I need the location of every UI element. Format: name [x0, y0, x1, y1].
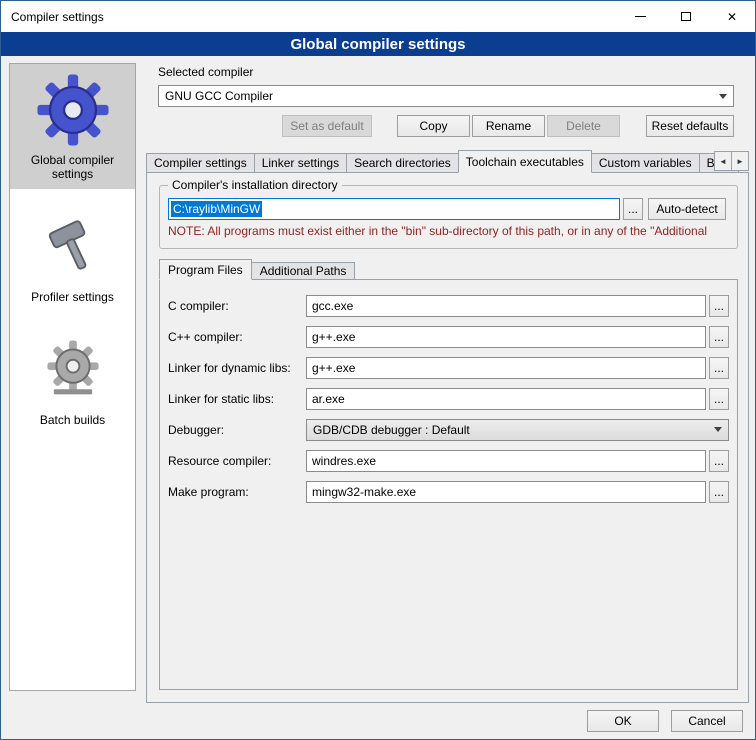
minimize-button[interactable] [617, 1, 663, 32]
debugger-combobox[interactable]: GDB/CDB debugger : Default [306, 419, 729, 441]
resource-compiler-browse-button[interactable]: ... [709, 450, 729, 472]
rename-button[interactable]: Rename [472, 115, 545, 137]
maximize-icon [681, 12, 691, 21]
delete-button[interactable]: Delete [547, 115, 620, 137]
selected-compiler-label: Selected compiler [158, 65, 253, 79]
linker-static-browse-button[interactable]: ... [709, 388, 729, 410]
tab-scroll-right-button[interactable]: ► [731, 151, 749, 171]
reset-defaults-button[interactable]: Reset defaults [646, 115, 734, 137]
titlebar: Compiler settings ✕ [1, 1, 755, 32]
ok-button[interactable]: OK [587, 710, 659, 732]
row-c-compiler: C compiler: ... [168, 290, 729, 321]
toolchain-executables-panel: Compiler's installation directory C:\ray… [146, 172, 749, 703]
compiler-settings-dialog: Compiler settings ✕ Global compiler sett… [0, 0, 756, 740]
auto-detect-button[interactable]: Auto-detect [648, 198, 726, 220]
c-compiler-browse-button[interactable]: ... [709, 295, 729, 317]
subtab-additional-paths[interactable]: Additional Paths [251, 262, 356, 280]
copy-button[interactable]: Copy [397, 115, 470, 137]
sidebar-item-batch-builds[interactable]: Batch builds [10, 324, 135, 435]
row-debugger: Debugger: GDB/CDB debugger : Default [168, 414, 729, 445]
tab-linker-settings[interactable]: Linker settings [254, 153, 347, 173]
field-label: Linker for dynamic libs: [168, 361, 306, 375]
row-linker-static: Linker for static libs: ... [168, 383, 729, 414]
installation-dir-value: C:\raylib\MinGW [171, 201, 262, 217]
tab-search-directories[interactable]: Search directories [346, 153, 459, 173]
tab-scroll-left-button[interactable]: ◄ [714, 151, 732, 171]
minimize-icon [635, 16, 646, 17]
set-as-default-button[interactable]: Set as default [282, 115, 372, 137]
field-label: C compiler: [168, 299, 306, 313]
row-linker-dynamic: Linker for dynamic libs: ... [168, 352, 729, 383]
installation-dir-browse-button[interactable]: ... [623, 198, 643, 220]
note-text: NOTE: All programs must exist either in … [168, 224, 737, 238]
maximize-button[interactable] [663, 1, 709, 32]
row-cpp-compiler: C++ compiler: ... [168, 321, 729, 352]
tab-strip: Compiler settings Linker settings Search… [146, 150, 749, 173]
batch-builds-icon [41, 338, 105, 402]
field-label: Resource compiler: [168, 454, 306, 468]
linker-static-input[interactable] [306, 388, 706, 410]
field-label: C++ compiler: [168, 330, 306, 344]
sidebar-item-global-compiler-settings[interactable]: Global compiler settings [10, 64, 135, 189]
cpp-compiler-input[interactable] [306, 326, 706, 348]
chevron-down-icon [719, 94, 727, 99]
page-title: Global compiler settings [1, 32, 755, 56]
compiler-combobox[interactable]: GNU GCC Compiler [158, 85, 734, 107]
make-program-input[interactable] [306, 481, 706, 503]
subtab-strip: Program Files Additional Paths [159, 259, 738, 280]
tab-toolchain-executables[interactable]: Toolchain executables [458, 150, 592, 173]
close-button[interactable]: ✕ [709, 1, 755, 32]
close-icon: ✕ [727, 10, 737, 24]
linker-dynamic-browse-button[interactable]: ... [709, 357, 729, 379]
window-title: Compiler settings [1, 10, 104, 24]
sidebar-item-profiler-settings[interactable]: Profiler settings [10, 201, 135, 312]
field-label: Make program: [168, 485, 306, 499]
compiler-combobox-value: GNU GCC Compiler [165, 89, 713, 103]
sidebar: Global compiler settings Profiler settin… [9, 63, 136, 691]
c-compiler-input[interactable] [306, 295, 706, 317]
resource-compiler-input[interactable] [306, 450, 706, 472]
tab-scroll-buttons: ◄ ► [715, 151, 749, 171]
program-files-panel: C compiler: ... C++ compiler: ... Linker… [159, 279, 738, 690]
sidebar-item-label: Batch builds [40, 413, 105, 427]
field-label: Debugger: [168, 423, 306, 437]
row-make-program: Make program: ... [168, 476, 729, 507]
tab-compiler-settings[interactable]: Compiler settings [146, 153, 255, 173]
make-program-browse-button[interactable]: ... [709, 481, 729, 503]
sidebar-item-label: Global compiler settings [13, 153, 132, 181]
gear-icon [36, 73, 110, 147]
sidebar-item-label: Profiler settings [31, 290, 114, 304]
tab-custom-variables[interactable]: Custom variables [591, 153, 700, 173]
installation-directory-group: Compiler's installation directory C:\ray… [159, 185, 738, 249]
row-resource-compiler: Resource compiler: ... [168, 445, 729, 476]
chevron-down-icon [714, 427, 722, 432]
linker-dynamic-input[interactable] [306, 357, 706, 379]
field-label: Linker for static libs: [168, 392, 306, 406]
subtab-program-files[interactable]: Program Files [159, 259, 252, 280]
installation-directory-group-title: Compiler's installation directory [168, 178, 342, 192]
cpp-compiler-browse-button[interactable]: ... [709, 326, 729, 348]
debugger-combobox-value: GDB/CDB debugger : Default [313, 423, 708, 437]
installation-dir-input[interactable]: C:\raylib\MinGW [168, 198, 620, 220]
profiler-icon [41, 215, 105, 279]
caption-buttons: ✕ [617, 1, 755, 32]
main-content: Selected compiler GNU GCC Compiler Set a… [146, 63, 749, 703]
cancel-button[interactable]: Cancel [671, 710, 743, 732]
